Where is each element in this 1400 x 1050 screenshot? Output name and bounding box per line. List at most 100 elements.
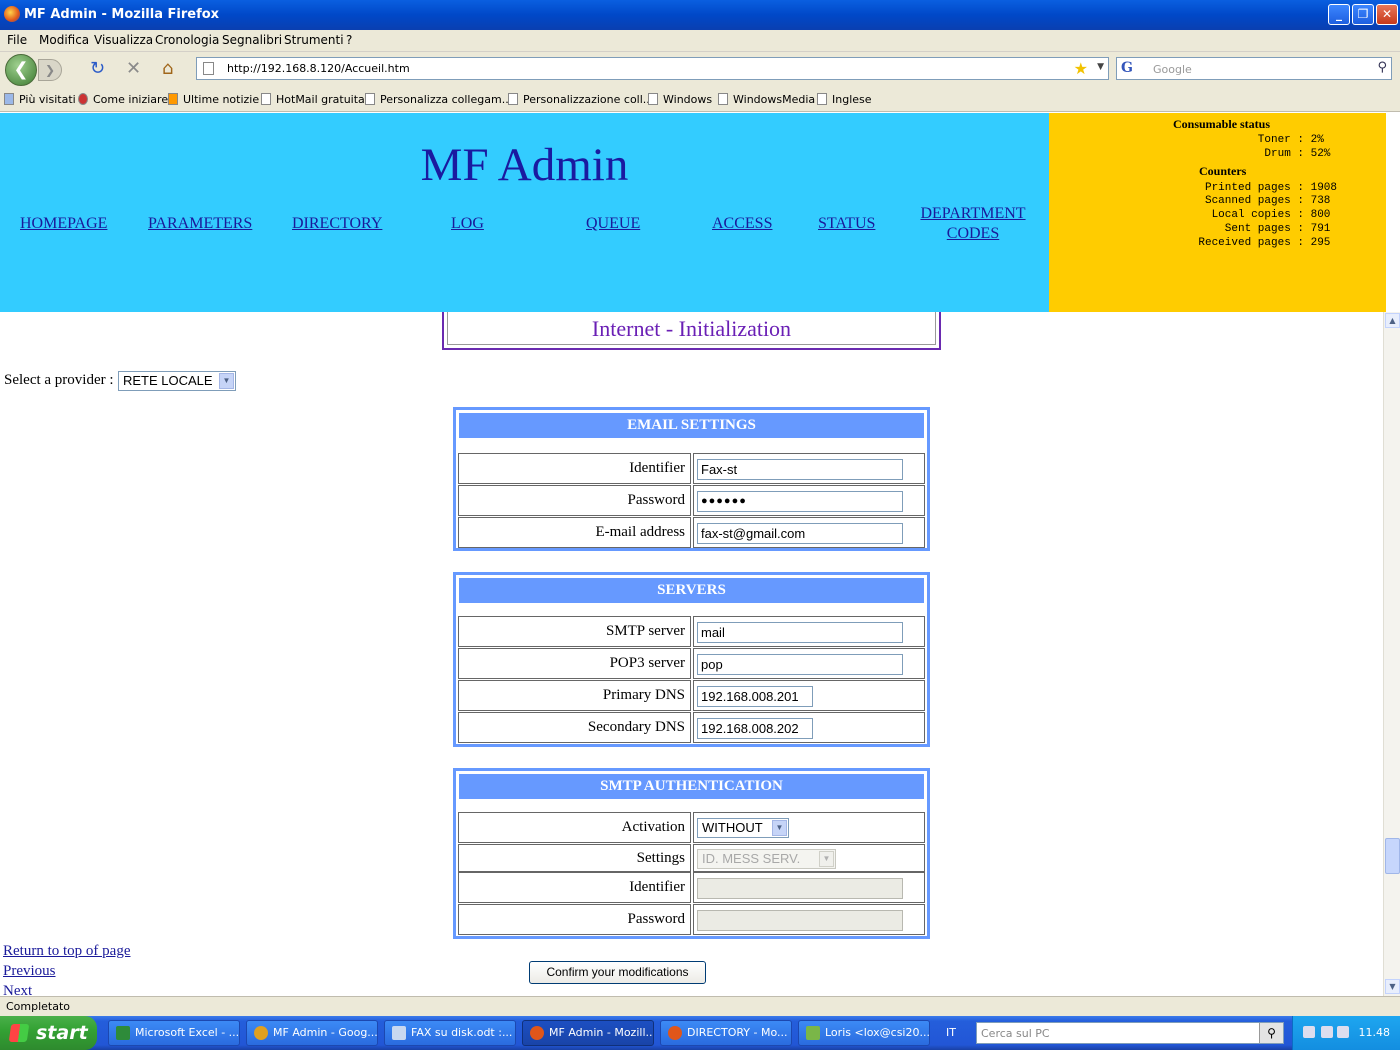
windows-taskbar: start Microsoft Excel - ... MF Admin - G… [0, 1016, 1400, 1050]
primary-dns-input[interactable]: 192.168.008.201 [697, 686, 813, 707]
settings-value: ID. MESS SERV. [702, 851, 801, 866]
scroll-thumb[interactable] [1385, 838, 1400, 874]
bookmark-hotmail[interactable]: HotMail gratuita [261, 93, 365, 106]
form-value-cell [693, 904, 925, 935]
language-indicator[interactable]: IT [946, 1026, 956, 1039]
taskbar-item-mail[interactable]: Loris <lox@csi20... [798, 1020, 930, 1046]
volume-icon[interactable] [1337, 1026, 1349, 1038]
secondary-dns-input[interactable]: 192.168.008.202 [697, 718, 813, 739]
search-icon[interactable]: ⚲ [1259, 1023, 1283, 1043]
bookmark-star-icon[interactable]: ★ [1074, 59, 1088, 78]
bookmark-personalizzazione[interactable]: Personalizzazione coll... [508, 93, 653, 106]
taskbar-search-placeholder[interactable]: Cerca sul PC [981, 1027, 1050, 1040]
password-input[interactable]: ●●●●●● [697, 491, 903, 512]
taskbar-item-firefox[interactable]: MF Admin - Mozill... [522, 1020, 654, 1046]
nav-access[interactable]: ACCESS [712, 215, 772, 233]
pop3-server-input[interactable]: pop [697, 654, 903, 675]
settings-select[interactable]: ID. MESS SERV. ▼ [697, 849, 836, 869]
menu-help[interactable]: ? [346, 33, 352, 47]
nav-homepage[interactable]: HOMEPAGE [20, 215, 107, 233]
previous-link[interactable]: Previous [3, 963, 56, 980]
chevron-down-icon[interactable]: ▼ [819, 851, 834, 867]
close-button[interactable]: ✕ [1376, 4, 1398, 25]
provider-select[interactable]: RETE LOCALE ▼ [118, 371, 236, 391]
menu-segnalibri[interactable]: Segnalibri [222, 33, 282, 47]
nav-status[interactable]: STATUS [818, 215, 875, 233]
confirm-button[interactable]: Confirm your modifications [529, 961, 706, 984]
url-dropdown-icon[interactable]: ▼ [1097, 62, 1104, 72]
taskbar-item-chrome[interactable]: MF Admin - Goog... [246, 1020, 378, 1046]
nav-department-codes[interactable]: DEPARTMENT CODES [918, 205, 1028, 243]
chrome-icon [254, 1026, 268, 1040]
identifier-input[interactable]: Fax-st [697, 459, 903, 480]
bookmark-personalizza-collegam[interactable]: Personalizza collegam... [365, 93, 512, 106]
email-address-input[interactable]: fax-st@gmail.com [697, 523, 903, 544]
counter-label: Printed pages : [1204, 182, 1304, 194]
chevron-down-icon[interactable]: ▼ [219, 373, 234, 389]
counter-row: Scanned pages : 738 [1169, 195, 1330, 207]
bookmark-ultime-notizie[interactable]: Ultime notizie [168, 93, 259, 106]
reload-icon[interactable]: ↻ [90, 60, 105, 78]
bookmark-windows[interactable]: Windows [648, 93, 712, 106]
page-icon [508, 93, 518, 105]
smtp-server-label: SMTP server [458, 616, 691, 647]
nav-parameters[interactable]: PARAMETERS [148, 215, 252, 233]
taskbar-item-excel[interactable]: Microsoft Excel - ... [108, 1020, 240, 1046]
nav-department-line2[interactable]: CODES [918, 225, 1028, 243]
form-row: Password ●●●●●● [458, 485, 925, 517]
url-text[interactable]: http://192.168.8.120/Accueil.htm [227, 62, 410, 75]
search-bar[interactable]: G Google ⚲ [1116, 57, 1392, 80]
home-icon[interactable]: ⌂ [162, 60, 173, 78]
bookmark-piu-visitati[interactable]: Più visitati [4, 93, 76, 106]
activation-select[interactable]: WITHOUT ▼ [697, 818, 789, 838]
search-placeholder[interactable]: Google [1153, 63, 1192, 76]
taskbar-item-writer[interactable]: FAX su disk.odt :... [384, 1020, 516, 1046]
auth-identifier-input[interactable] [697, 878, 903, 899]
url-bar[interactable]: http://192.168.8.120/Accueil.htm ★ ▼ [196, 57, 1109, 80]
auth-password-label: Password [458, 904, 691, 935]
browser-status-bar: Completato [0, 996, 1400, 1016]
auth-password-input[interactable] [697, 910, 903, 931]
search-icon[interactable]: ⚲ [1377, 60, 1387, 75]
taskbar-search[interactable]: Cerca sul PC ⚲ [976, 1022, 1284, 1044]
counter-value: 1908 [1310, 182, 1338, 194]
tray-arrow-icon[interactable] [1303, 1026, 1315, 1038]
next-link[interactable]: Next [3, 983, 32, 996]
app-title: MF Admin [420, 139, 629, 191]
scroll-down-icon[interactable]: ▼ [1385, 979, 1400, 994]
menu-visualizza[interactable]: Visualizza [94, 33, 153, 47]
nav-queue[interactable]: QUEUE [586, 215, 640, 233]
scroll-up-icon[interactable]: ▲ [1385, 313, 1400, 328]
back-button[interactable]: ❮ [5, 54, 37, 86]
menu-modifica[interactable]: Modifica [39, 33, 89, 47]
nav-directory[interactable]: DIRECTORY [292, 215, 382, 233]
mail-icon [806, 1026, 820, 1040]
menu-file[interactable]: File [7, 33, 27, 47]
network-icon[interactable] [1321, 1026, 1333, 1038]
bookmark-windowsmedia[interactable]: WindowsMedia [718, 93, 815, 106]
return-to-top-link[interactable]: Return to top of page [3, 943, 130, 960]
maximize-button[interactable]: ❐ [1352, 4, 1374, 25]
provider-value: RETE LOCALE [123, 373, 213, 388]
chevron-down-icon[interactable]: ▼ [772, 820, 787, 836]
form-value-cell: WITHOUT ▼ [693, 812, 925, 843]
forward-button[interactable]: ❯ [38, 59, 62, 81]
smtp-server-input[interactable]: mail [697, 622, 903, 643]
smtp-authentication-panel: SMTP AUTHENTICATION Activation WITHOUT ▼… [453, 768, 930, 939]
google-icon[interactable]: G [1121, 60, 1133, 76]
stop-icon[interactable]: ✕ [126, 60, 141, 78]
bookmark-inglese[interactable]: Inglese [817, 93, 872, 106]
nav-department-line1[interactable]: DEPARTMENT [918, 205, 1028, 223]
menu-cronologia[interactable]: Cronologia [155, 33, 219, 47]
menu-strumenti[interactable]: Strumenti [284, 33, 344, 47]
counter-row: Printed pages : 1908 [1169, 182, 1337, 194]
start-button[interactable]: start [0, 1016, 97, 1050]
nav-log[interactable]: LOG [451, 215, 484, 233]
page-icon [817, 93, 827, 105]
taskbar-item-directory[interactable]: DIRECTORY - Mo... [660, 1020, 792, 1046]
minimize-button[interactable]: _ [1328, 4, 1350, 25]
form-row: Activation WITHOUT ▼ [458, 812, 925, 844]
page-scrollbar[interactable]: ▲ ▼ [1383, 312, 1400, 996]
firefox-icon [530, 1026, 544, 1040]
bookmark-come-iniziare[interactable]: Come iniziare [78, 93, 168, 106]
